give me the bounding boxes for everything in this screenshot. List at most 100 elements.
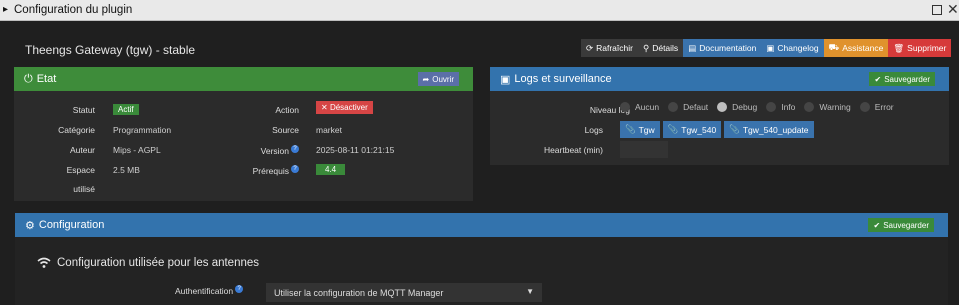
etat-title: Etat [36,73,57,85]
statut-badge: Actif [113,104,139,115]
plugin-toolbar: ⟳ Rafraîchir ⚲ Détails ▤ Documentation ▣… [581,39,952,57]
radio-label: Aucun [635,102,660,112]
etat-header: ⏻ Etat ➦ Ouvrir [14,67,473,91]
refresh-button[interactable]: ⟳ Rafraîchir [581,39,638,57]
log-file-button[interactable]: 📎 Tgw_540_update [724,121,814,138]
deactivate-label: Désactiver [329,103,368,112]
close-icon[interactable]: ✕ [947,1,959,18]
auteur-value: Mips - AGPL [113,145,161,155]
refresh-label: Rafraîchir [596,43,633,53]
radio-label: Defaut [683,102,709,112]
file-icon: ▣ [500,73,511,86]
wifi-icon [37,257,51,268]
prerequis-badge: 4.4 [316,164,346,175]
logs-label: Logs [584,125,603,135]
radio-defaut[interactable]: Defaut [668,102,708,112]
paperclip-icon: 📎 [667,124,679,134]
logs-header: ▣ Logs et surveillance ✔ Sauvegarder [490,67,949,91]
source-value: market [316,125,342,135]
maximize-icon[interactable] [932,5,942,15]
check-circle-icon: ✔ [873,220,881,230]
radio-aucun[interactable]: Aucun [620,102,659,112]
version-value: 2025-08-11 01:21:15 [316,145,395,155]
espace-value: 2.5 MB [113,165,140,175]
open-label: Ouvrir [432,74,454,84]
config-save-button[interactable]: ✔ Sauvegarder [868,218,934,232]
radio-dot-icon [620,102,630,112]
help-icon[interactable]: ? [291,165,299,173]
search-icon: ⚲ [642,42,650,53]
heartbeat-label: Heartbeat (min) [543,145,603,155]
auth-label: Authentification? [175,285,244,296]
categorie-label: Catégorie [58,125,95,135]
assistance-button[interactable]: ⛟ Assistance [823,39,889,57]
window-titlebar: ▸ Configuration du plugin ✕ [0,0,959,21]
help-icon[interactable]: ? [291,145,299,153]
trash-icon: 🗑 [893,42,905,53]
help-icon[interactable]: ? [235,285,244,293]
refresh-icon: ⟳ [586,42,594,53]
radio-label: Debug [732,102,758,112]
prerequis-label: Prérequis? [230,165,299,176]
radio-dot-icon [804,102,815,112]
changelog-button[interactable]: ▣ Changelog [761,39,824,57]
prerequis-label-text: Prérequis [252,165,289,176]
config-section-title: Configuration utilisée pour les antennes [37,257,259,269]
log-file-button[interactable]: 📎 Tgw [620,121,660,138]
config-header: ⚙ Configuration ✔ Sauvegarder [15,213,948,237]
auteur-label: Auteur [69,145,95,155]
statut-label: Statut [72,105,95,115]
file-icon: ▣ [766,42,775,53]
delete-label: Supprimer [907,43,947,53]
logs-title: Logs et surveillance [514,73,612,85]
open-button[interactable]: ➦ Ouvrir [417,72,459,86]
radio-label: Info [781,102,796,112]
details-button[interactable]: ⚲ Détails [637,39,684,57]
radio-dot-icon [668,102,679,112]
version-label-text: Version [260,145,289,156]
details-label: Détails [652,43,679,53]
espace-label: Espace [66,165,95,175]
gears-icon: ⚙ [25,219,35,232]
log-file-button[interactable]: 📎 Tgw_540 [662,121,722,138]
paperclip-icon: 📎 [729,124,740,134]
log-file-label: Tgw_540_update [742,124,809,135]
deactivate-button[interactable]: ✕ Désactiver [316,101,373,114]
heartbeat-input[interactable] [620,141,668,158]
collapse-caret-icon[interactable]: ▸ [3,4,8,15]
changelog-label: Changelog [777,43,819,53]
radio-info[interactable]: Info [766,102,795,112]
auth-select-value: Utiliser la configuration de MQTT Manage… [274,287,444,298]
book-icon: ▤ [688,42,697,53]
action-label: Action [275,105,299,115]
config-subtitle: Configuration utilisée pour les antennes [57,257,260,269]
categorie-value: Programmation [113,125,172,135]
radio-dot-icon [717,102,728,112]
chevron-down-icon: ▼ [526,287,534,296]
radio-debug[interactable]: Debug [717,102,757,112]
log-level-radio-group: Aucun Defaut Debug Info Warning Error [620,102,894,112]
share-icon: ➦ [422,74,430,84]
ambulance-icon: ⛟ [828,42,840,52]
documentation-button[interactable]: ▤ Documentation [683,39,762,57]
auth-select[interactable]: Utiliser la configuration de MQTT Manage… [266,283,542,302]
plugin-title: Theengs Gateway (tgw) - stable [25,43,196,57]
radio-label: Error [874,102,894,112]
auth-label-text: Authentification [175,285,234,296]
version-label: Version? [240,145,299,156]
config-save-label: Sauvegarder [883,220,929,230]
radio-error[interactable]: Error [859,102,894,112]
radio-dot-icon [859,102,870,112]
radio-label: Warning [819,102,851,112]
check-circle-icon: ✔ [874,74,882,84]
log-file-label: Tgw [638,124,655,135]
paperclip-icon: 📎 [625,124,636,134]
radio-warning[interactable]: Warning [804,102,851,112]
delete-button[interactable]: 🗑 Supprimer [888,39,952,57]
documentation-label: Documentation [699,43,757,53]
power-icon: ⏻ [24,72,33,85]
radio-dot-icon [766,102,777,112]
logs-save-button[interactable]: ✔ Sauvegarder [869,72,935,86]
log-files: 📎 Tgw 📎 Tgw_540 📎 Tgw_540_update [620,121,814,138]
espace-label-line2: utilisé [73,184,95,194]
